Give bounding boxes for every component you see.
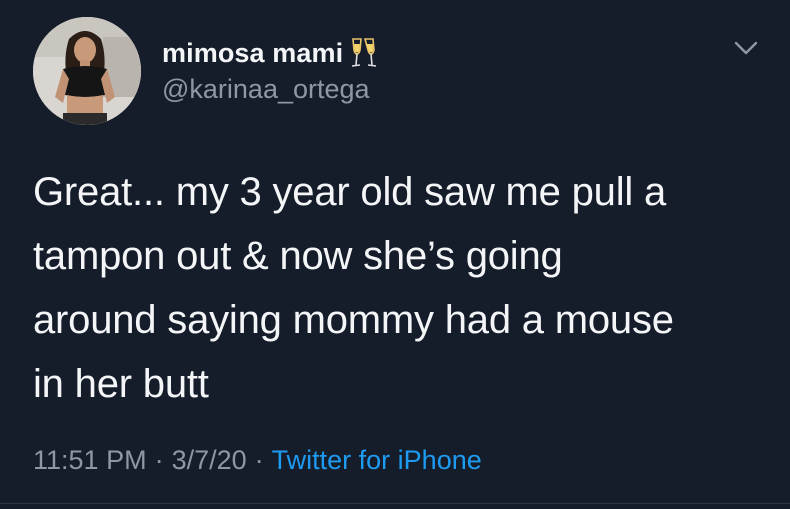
user-handle[interactable]: @karinaa_ortega — [162, 74, 379, 105]
divider — [0, 503, 790, 504]
avatar-photo-icon — [33, 17, 141, 125]
tweet-date[interactable]: 3/7/20 — [172, 445, 247, 476]
tweet-time[interactable]: 11:51 PM — [33, 445, 147, 476]
tweet-text: Great... my 3 year old saw me pull a tam… — [33, 170, 674, 406]
separator: · — [154, 445, 164, 475]
user-info: mimosa mami @karinaa_ortega — [162, 36, 379, 105]
chevron-down-icon[interactable] — [733, 38, 759, 58]
separator: · — [254, 445, 264, 475]
display-name[interactable]: mimosa mami — [162, 38, 343, 69]
avatar[interactable] — [33, 17, 141, 125]
tweet-source-link[interactable]: Twitter for iPhone — [272, 445, 482, 476]
champagne-glasses-icon — [349, 36, 379, 70]
tweet-card: mimosa mami @karinaa_ortega Great... my … — [0, 0, 790, 509]
tweet-metadata: 11:51 PM · 3/7/20 · Twitter for iPhone — [33, 445, 482, 476]
display-name-row: mimosa mami — [162, 36, 379, 70]
